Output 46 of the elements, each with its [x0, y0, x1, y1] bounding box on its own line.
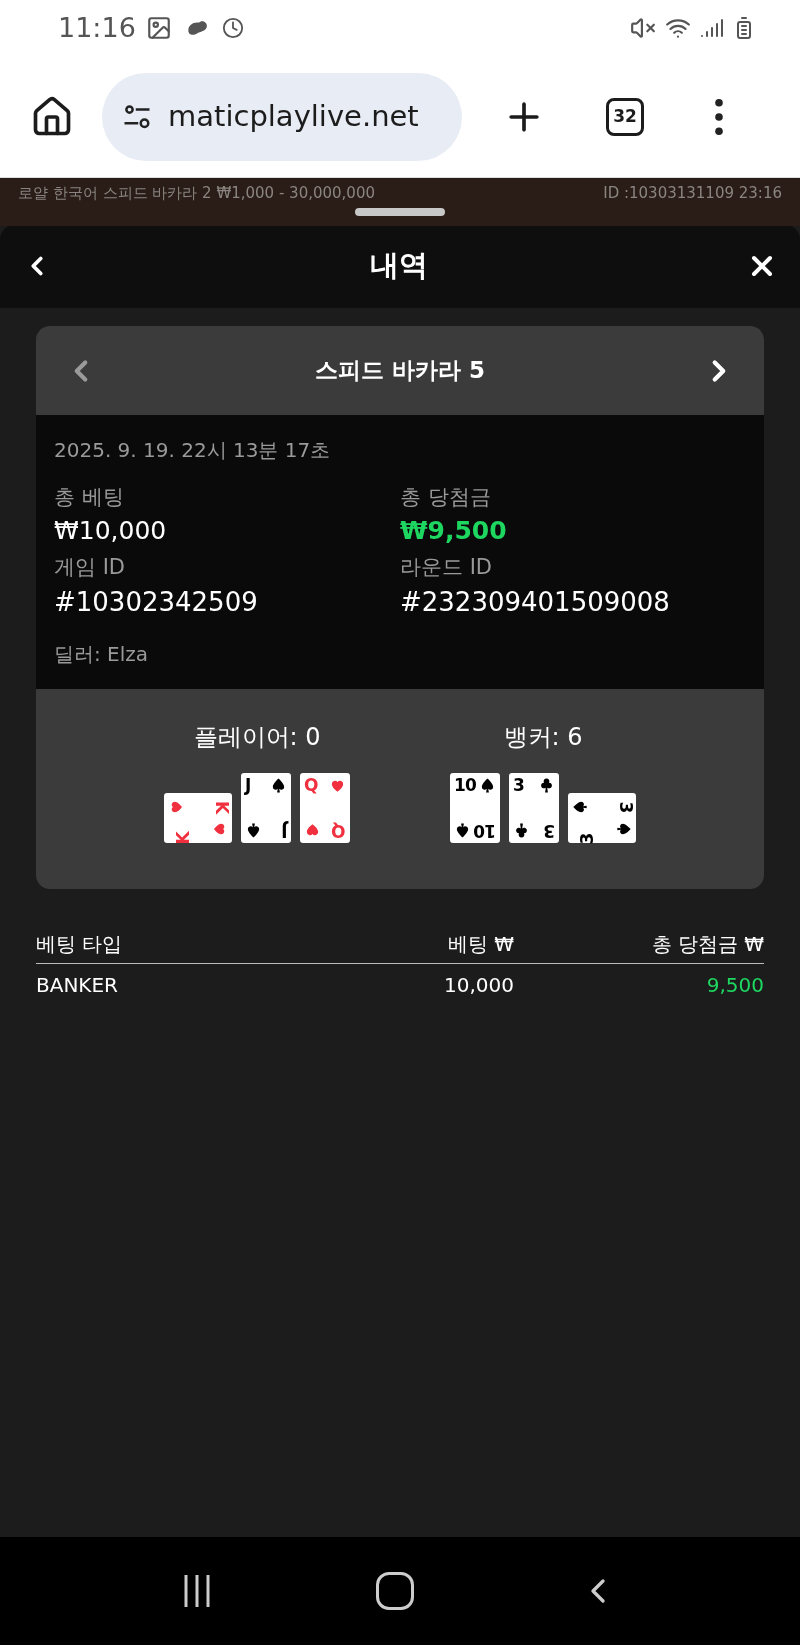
game-title: 스피드 바카라 5 [315, 356, 485, 386]
field-label: 총 베팅 [54, 484, 125, 511]
field-value: ₩10,000 [54, 515, 168, 547]
column-header: 총 당첨금 ₩ [650, 931, 764, 958]
home-nav-button[interactable] [376, 1572, 414, 1610]
drag-handle[interactable] [355, 208, 445, 216]
image-icon [145, 15, 172, 41]
url-field[interactable]: maticplaylive.net [102, 72, 462, 161]
mute-icon [630, 15, 656, 41]
sheet-title: 내역 [370, 247, 428, 285]
signal-icon [700, 16, 724, 40]
url-text: maticplaylive.net [168, 97, 419, 135]
card-rank: 3 [513, 777, 524, 794]
clock-icon [221, 16, 244, 40]
field-label: 라운드 ID [400, 554, 494, 581]
column-header: 베팅 ₩ [446, 931, 514, 958]
table-cell-text: BANKER [36, 972, 119, 999]
field-value: #10302342509 [54, 586, 259, 619]
status-time: 11:16 [58, 10, 136, 45]
hand-score: 플레이어: 0 [193, 722, 321, 753]
table-cell-text: 10,000 [443, 972, 514, 999]
card-rank: Q [332, 822, 346, 839]
card-rank: Q [304, 777, 318, 794]
card-rank: K [174, 829, 192, 844]
field-value: #232309401509008 [400, 586, 671, 619]
tab-count-button[interactable]: 32 [606, 97, 644, 136]
card-rank: 3 [617, 801, 635, 813]
card-rank: 10 [474, 822, 496, 839]
round-info: ID :10303131109 23:16 [603, 183, 782, 204]
field-value: ₩9,500 [400, 515, 508, 547]
hand-score: 뱅커: 6 [503, 722, 583, 753]
field-label: 게임 ID [54, 554, 127, 581]
card-rank: K [212, 800, 230, 814]
round-datetime: 2025. 9. 19. 22시 13분 17초 [54, 437, 332, 464]
table-cell-text: 9,500 [705, 972, 764, 999]
table-info: 로얄 한국어 스피드 바카라 2 ₩1,000 - 30,000,000 [18, 183, 375, 204]
card-rank: 10 [454, 777, 476, 794]
dealer-name: 딜러: Elza [54, 641, 150, 668]
card-rank: 3 [544, 822, 555, 839]
more-menu-icon[interactable] [714, 97, 724, 136]
card-rank: 3 [578, 831, 596, 844]
recent-apps-icon[interactable] [182, 1573, 212, 1609]
card-rank: J [245, 777, 251, 794]
card-rank: J [281, 822, 287, 839]
field-label: 총 당첨금 [400, 484, 492, 511]
column-header: 베팅 타입 [36, 931, 124, 958]
